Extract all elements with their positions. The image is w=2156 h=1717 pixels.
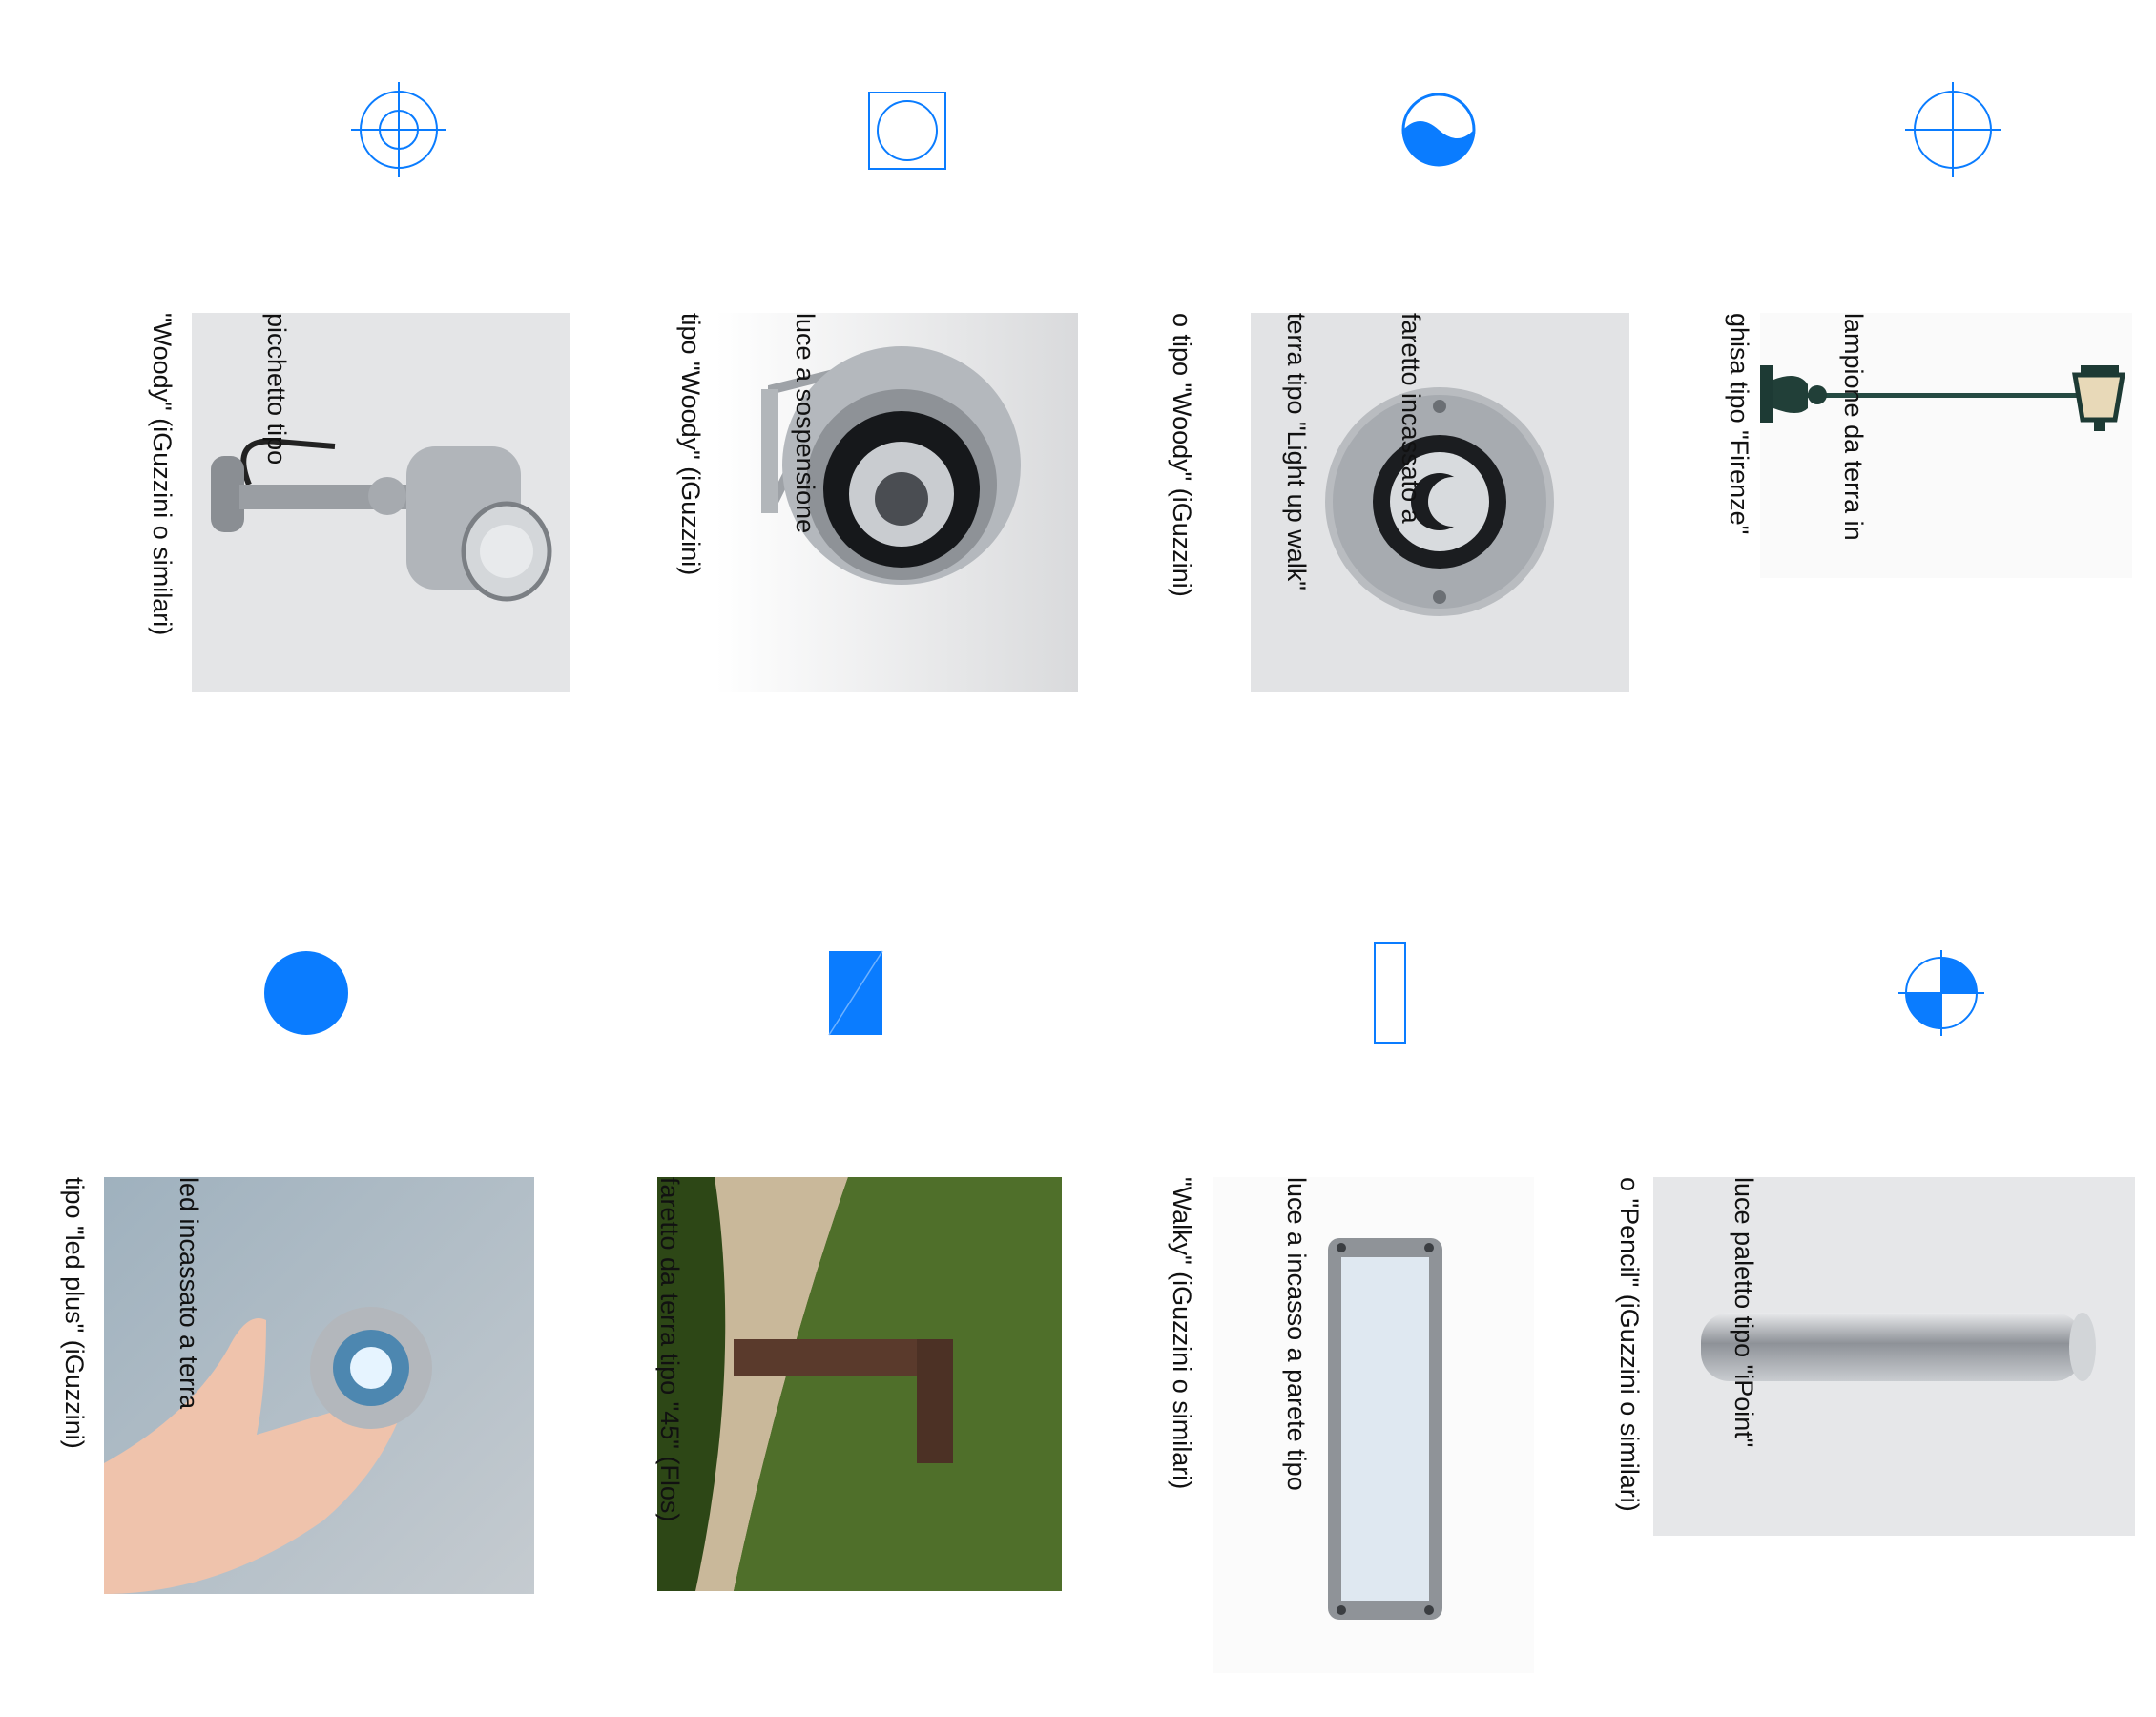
caption-line: tipo "led plus" (iGuzzini) <box>60 1177 89 1449</box>
caption-line: luce paletto tipo "iPoint" <box>1730 1177 1758 1448</box>
caption-flos45: faretto da terra tipo "45" (Flos) <box>612 1177 765 1597</box>
outline-rectangle-icon <box>1374 942 1406 1044</box>
caption-line: faretto incassato a <box>1397 313 1425 524</box>
caption-line: picchetto tipo <box>262 313 291 465</box>
caption-line: lampione da terra in <box>1839 313 1868 541</box>
caption-sospensione: luce a sospensione tipo "Woody" (iGuzzin… <box>633 313 901 637</box>
caption-line: o tipo "Woody" (iGuzzini) <box>1168 313 1196 597</box>
caption-firenze: lampione da terra in ghisa tipo "Firenze… <box>1682 313 1949 637</box>
caption-line: "Walky" (iGuzzini o similari) <box>1168 1177 1196 1490</box>
caption-line: faretto da terra tipo "45" (Flos) <box>655 1177 684 1522</box>
caption-line: ghisa tipo "Firenze" <box>1725 313 1753 535</box>
caption-line: led incassato a terra <box>175 1177 203 1410</box>
caption-pencil: luce paletto tipo "iPoint" o "Pencil" (i… <box>1572 1177 1839 1578</box>
caption-line: luce a sospensione <box>791 313 819 534</box>
half-filled-wave-circle-icon <box>1400 92 1477 168</box>
filled-circle-icon <box>263 950 349 1036</box>
caption-line: "Woody" (iGuzzini o similari) <box>148 313 176 636</box>
caption-picchetto: picchetto tipo "Woody" (iGuzzini o simil… <box>105 313 372 694</box>
circle-in-square-icon <box>868 92 946 170</box>
crosshair-circle-icon <box>1903 80 2002 179</box>
diagonal-filled-rectangle-icon <box>828 950 883 1036</box>
quartered-circle-icon <box>1898 950 1984 1036</box>
caption-line: terra tipo "Light up walk" <box>1282 313 1311 590</box>
caption-line: luce a incasso a parete tipo <box>1282 1177 1311 1491</box>
caption-ledplus: led incassato a terra tipo "led plus" (i… <box>17 1177 284 1578</box>
caption-line: tipo "Woody" (iGuzzini) <box>676 313 705 576</box>
caption-walky: luce a incasso a parete tipo "Walky" (iG… <box>1125 1177 1392 1578</box>
double-circle-crosshair-icon <box>349 80 448 179</box>
caption-lightup: faretto incassato a terra tipo "Light up… <box>1125 313 1506 675</box>
caption-line: o "Pencil" (iGuzzini o similari) <box>1615 1177 1644 1512</box>
